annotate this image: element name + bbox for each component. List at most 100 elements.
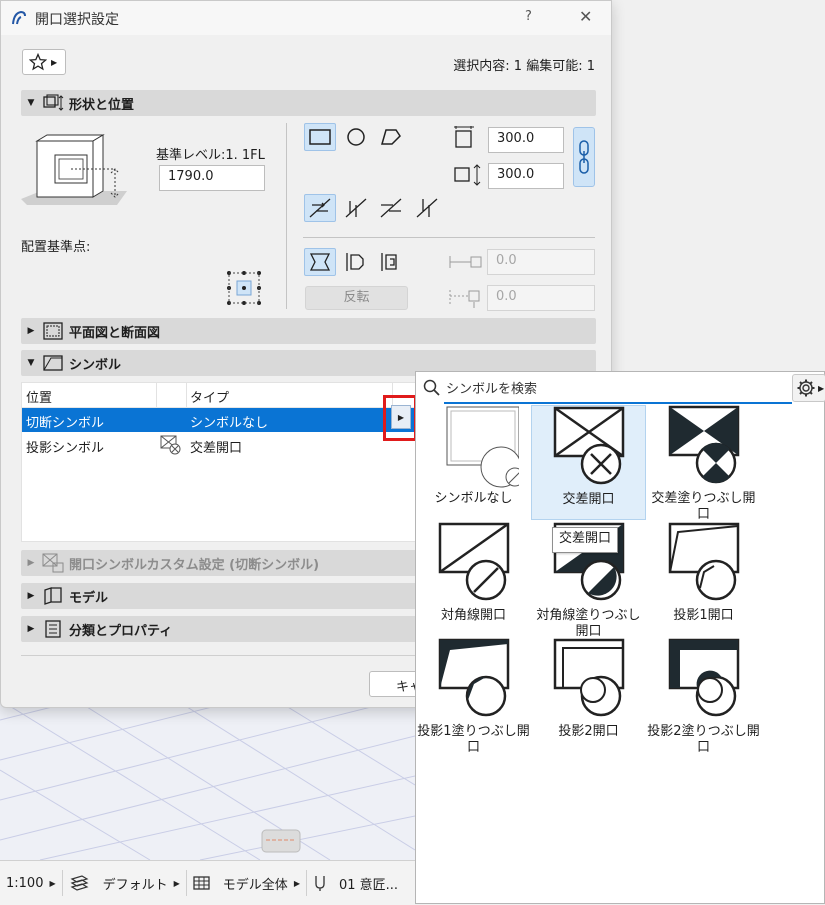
title-bar: 開口選択設定 ? ✕ xyxy=(1,1,611,35)
reveal-icon xyxy=(381,253,397,271)
column-header-type: タイプ xyxy=(190,391,230,406)
close-button[interactable]: ✕ xyxy=(579,7,592,26)
section-shape-position[interactable]: ▼ 形状と位置 xyxy=(21,90,596,116)
expand-arrow-icon: ▶ xyxy=(27,558,35,568)
tile-label: シンボルなし xyxy=(434,491,513,506)
help-button[interactable]: ? xyxy=(525,9,532,24)
properties-icon xyxy=(41,620,65,638)
story-selector[interactable]: 01 意匠... xyxy=(307,870,404,896)
reveal-button-1[interactable] xyxy=(304,248,336,276)
height-icon xyxy=(454,164,481,186)
base-level-input[interactable]: 1790.0 xyxy=(159,165,265,191)
section-title: 開口シンボルカスタム設定 (切断シンボル) xyxy=(69,557,320,573)
tile-label: 投影2塗りつぶし開口 xyxy=(647,724,760,755)
cross-opening-icon xyxy=(160,435,181,455)
collapse-arrow-icon: ▼ xyxy=(27,358,35,368)
status-bar: 1:100 ▶ デフォルト ▶ モデル全体 ▶ 01 意匠... xyxy=(0,860,415,905)
orientation-button-1[interactable] xyxy=(304,194,336,222)
offset-input-2[interactable]: 0.0 xyxy=(487,285,595,311)
symbol-tile-cross-filled[interactable]: 交差塗りつぶし開口 xyxy=(646,405,761,522)
reveal-icon xyxy=(309,253,331,271)
circle-shape-button[interactable] xyxy=(340,123,372,151)
row-position: 切断シンボル xyxy=(26,416,105,431)
favorites-button[interactable]: ▶ xyxy=(22,49,66,75)
table-row[interactable]: 投影シンボル 交差開口 xyxy=(22,433,415,457)
expand-arrow-icon: ▶ xyxy=(391,405,411,429)
orientation-button-2[interactable] xyxy=(340,194,372,222)
dropdown-arrow-icon: ▶ xyxy=(51,57,58,67)
scale-selector[interactable]: 1:100 ▶ xyxy=(0,870,63,896)
dropdown-arrow-icon: ▶ xyxy=(293,878,300,888)
app-logo-icon xyxy=(12,10,26,25)
symbol-tile-projection1-filled[interactable]: 投影1塗りつぶし開口 xyxy=(416,638,531,755)
symbol-tile-none[interactable]: シンボルなし xyxy=(416,405,531,520)
flip-button[interactable]: 反転 xyxy=(305,286,408,310)
section-plan-section[interactable]: ▶ 平面図と断面図 xyxy=(21,318,596,344)
orientation-button-4[interactable] xyxy=(411,194,443,222)
model-view-selector[interactable]: モデル全体 ▶ xyxy=(187,870,307,896)
section-title: 形状と位置 xyxy=(69,97,135,113)
reveal-button-2[interactable] xyxy=(340,248,372,276)
tile-tooltip: 交差開口 xyxy=(552,527,619,553)
polygon-icon xyxy=(381,129,401,145)
symbol-search-input[interactable] xyxy=(444,376,792,404)
table-header: 位置 タイプ xyxy=(22,383,415,408)
section-title: モデル xyxy=(69,590,109,606)
cross-filled-opening-icon xyxy=(668,405,739,484)
row-type: シンボルなし xyxy=(190,416,269,431)
symbol-tile-diagonal[interactable]: 対角線開口 xyxy=(416,522,531,637)
symbol-tile-projection2-filled[interactable]: 投影2塗りつぶし開口 xyxy=(646,638,761,755)
symbol-tile-cross[interactable]: 交差開口 xyxy=(531,405,646,520)
section-title: シンボル xyxy=(69,357,122,373)
column-separator xyxy=(186,383,187,407)
height-input[interactable]: 300.0 xyxy=(488,163,564,189)
collapse-arrow-icon: ▼ xyxy=(27,98,35,108)
layers-icon xyxy=(70,875,89,891)
custom-symbol-icon xyxy=(41,553,65,573)
story-icon xyxy=(315,876,325,891)
expand-arrow-icon: ▶ xyxy=(27,326,35,336)
separator xyxy=(286,123,287,309)
opening-preview-icon xyxy=(21,134,127,205)
picker-settings-button[interactable]: ▶ xyxy=(792,374,825,402)
row-type: 交差開口 xyxy=(190,441,243,456)
tile-label: 対角線開口 xyxy=(440,608,506,623)
custom-shape-button[interactable] xyxy=(375,123,407,151)
expand-arrow-icon: ▶ xyxy=(27,591,35,601)
dropdown-arrow-icon: ▶ xyxy=(49,878,56,888)
link-proportions-button[interactable] xyxy=(573,127,595,187)
circle-icon xyxy=(347,128,365,146)
offset-input-1[interactable]: 0.0 xyxy=(487,249,595,275)
table-row[interactable]: 切断シンボル シンボルなし xyxy=(22,408,415,432)
column-separator xyxy=(156,383,157,407)
offset-vertical-icon xyxy=(449,290,480,308)
symbol-table: 位置 タイプ 切断シンボル シンボルなし 投影シンボル 交差開口 xyxy=(21,382,416,542)
model-icon xyxy=(41,587,65,605)
chain-link-icon xyxy=(579,140,589,174)
symbol-tile-projection2[interactable]: 投影2開口 xyxy=(531,638,646,753)
symbol-tile-projection1[interactable]: 投影1開口 xyxy=(646,522,761,637)
row-position: 投影シンボル xyxy=(26,441,105,456)
symbol-picker-button[interactable]: ▶ xyxy=(383,395,417,441)
symbol-picker-popup: ▶ シンボルなし 交差開口 交差塗りつぶし開口 xyxy=(415,371,825,904)
anchor-point-label: 配置基準点: xyxy=(21,240,91,255)
separator xyxy=(303,237,595,238)
drawing-canvas[interactable] xyxy=(0,690,415,860)
anchor-point-selector-icon[interactable] xyxy=(225,269,263,307)
shape-position-icon xyxy=(41,94,65,112)
projection1-filled-opening-icon xyxy=(438,638,509,717)
tile-label: 対角線塗りつぶし開口 xyxy=(536,608,641,639)
section-title: 平面図と断面図 xyxy=(69,325,161,341)
symbol-search-bar: ▶ xyxy=(416,372,825,404)
width-input[interactable]: 300.0 xyxy=(488,127,564,153)
layer-selector[interactable]: デフォルト ▶ xyxy=(63,870,187,896)
rectangle-shape-button[interactable] xyxy=(304,123,336,151)
search-icon xyxy=(423,379,440,396)
cross-opening-icon xyxy=(553,406,624,485)
gear-icon xyxy=(797,379,815,397)
selection-info: 選択内容: 1 編集可能: 1 xyxy=(453,59,595,74)
dialog-title: 開口選択設定 xyxy=(35,12,119,28)
tile-label: 投影1塗りつぶし開口 xyxy=(417,724,530,755)
reveal-button-3[interactable] xyxy=(375,248,407,276)
orientation-button-3[interactable] xyxy=(375,194,407,222)
